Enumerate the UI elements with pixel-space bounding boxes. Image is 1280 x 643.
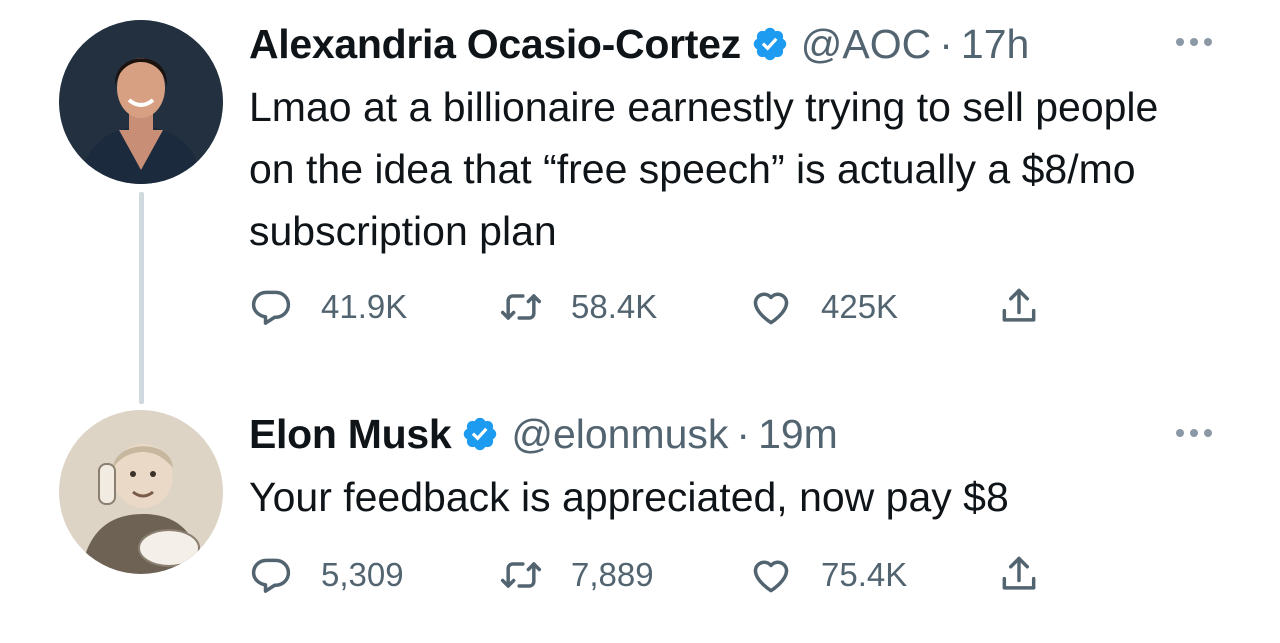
reply-count: 41.9K xyxy=(321,288,408,325)
retweet-icon xyxy=(500,294,542,320)
author-handle[interactable]: @AOC xyxy=(801,21,931,68)
share-button[interactable] xyxy=(997,550,1041,600)
like-icon xyxy=(753,292,789,325)
author-name[interactable]: Alexandria Ocasio-Cortez xyxy=(249,21,741,68)
tweet-time[interactable]: 19m xyxy=(758,411,838,458)
retweet-button[interactable]: 7,889 xyxy=(499,550,654,600)
thread-connector-line xyxy=(139,192,144,404)
retweet-icon xyxy=(500,562,542,588)
author-name[interactable]: Elon Musk xyxy=(249,411,452,458)
like-count: 425K xyxy=(821,288,899,325)
share-icon xyxy=(1002,556,1036,590)
avatar[interactable] xyxy=(59,20,223,184)
retweet-count: 7,889 xyxy=(571,556,654,593)
tweet-text: Lmao at a billionaire earnestly trying t… xyxy=(249,84,1159,254)
like-button[interactable]: 75.4K xyxy=(749,550,907,600)
tweet-text: Your feedback is appreciated, now pay $8 xyxy=(249,474,1009,520)
reply-icon xyxy=(251,290,291,325)
avatar-image xyxy=(59,410,223,574)
retweet-count: 58.4K xyxy=(571,288,658,325)
separator-dot: · xyxy=(736,410,751,457)
verified-badge-icon xyxy=(464,417,497,451)
reply-count: 5,309 xyxy=(321,556,404,593)
reply-icon xyxy=(251,558,291,593)
avatar-image xyxy=(59,20,223,184)
retweet-button[interactable]: 58.4K xyxy=(499,282,657,332)
tweet-actions: 41.9K 58.4K 425K xyxy=(249,282,1049,332)
like-icon xyxy=(753,560,789,593)
more-icon[interactable] xyxy=(1176,429,1212,437)
like-count: 75.4K xyxy=(821,556,908,593)
like-button[interactable]: 425K xyxy=(749,282,898,332)
avatar[interactable] xyxy=(59,410,223,574)
share-icon xyxy=(1002,288,1036,322)
tweet-header: Alexandria Ocasio-Cortez @AOC · 17h xyxy=(249,14,1029,74)
tweet-time[interactable]: 17h xyxy=(961,21,1029,68)
tweet-header: Elon Musk @elonmusk · 19m xyxy=(249,404,838,464)
more-icon[interactable] xyxy=(1176,38,1212,46)
share-button[interactable] xyxy=(997,282,1041,332)
tweet-actions: 5,309 7,889 75.4K xyxy=(249,550,1049,600)
reply-button[interactable]: 5,309 xyxy=(249,550,404,600)
author-handle[interactable]: @elonmusk xyxy=(511,411,728,458)
verified-badge-icon xyxy=(753,27,787,61)
reply-button[interactable]: 41.9K xyxy=(249,282,407,332)
separator-dot: · xyxy=(939,20,953,67)
